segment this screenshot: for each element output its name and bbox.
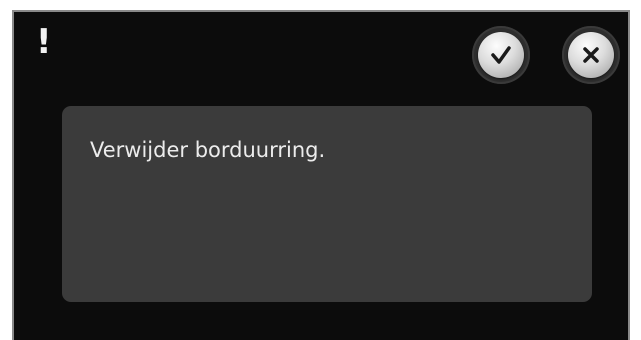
close-icon xyxy=(583,47,599,63)
alert-dialog: ! Verwijder borduurring. xyxy=(12,10,630,340)
cancel-button[interactable] xyxy=(562,26,620,84)
exclamation-icon: ! xyxy=(36,22,52,62)
cancel-button-face xyxy=(568,32,614,78)
checkmark-icon xyxy=(491,46,511,64)
confirm-button-face xyxy=(478,32,524,78)
message-panel: Verwijder borduurring. xyxy=(62,106,592,302)
message-text: Verwijder borduurring. xyxy=(90,138,326,162)
confirm-button[interactable] xyxy=(472,26,530,84)
